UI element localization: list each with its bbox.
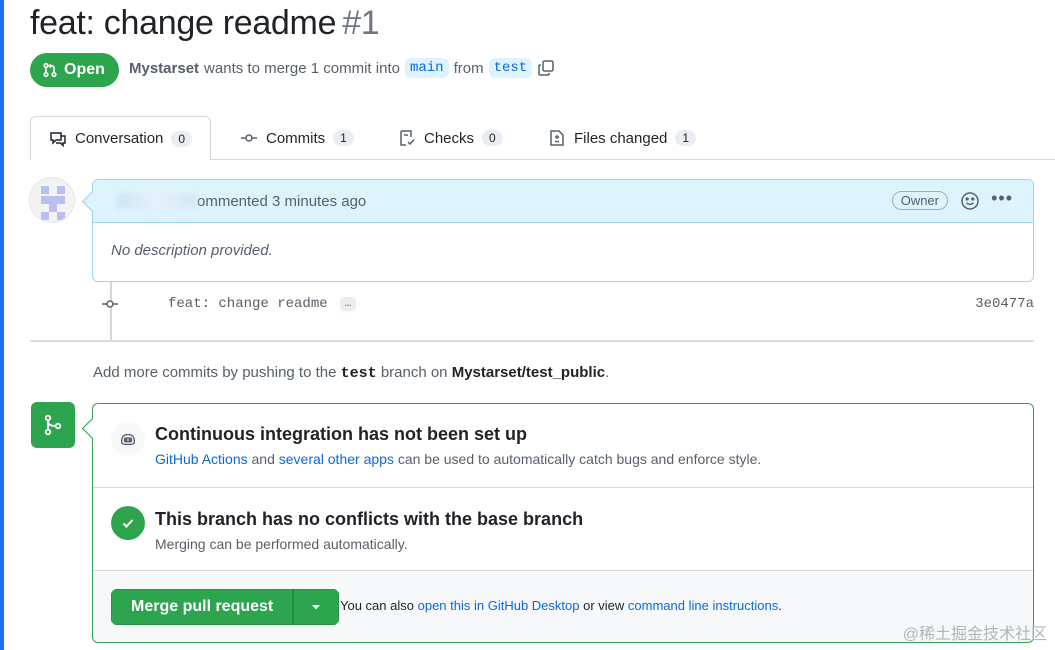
tab-files-changed[interactable]: Files changed 1 xyxy=(548,116,697,160)
tab-commits[interactable]: Commits 1 xyxy=(240,116,354,160)
tab-count: 0 xyxy=(171,130,193,147)
timeline-divider xyxy=(30,340,1034,342)
push-note-middle: branch on xyxy=(380,364,448,381)
checklist-icon xyxy=(400,130,415,146)
caret-down-icon xyxy=(312,605,321,610)
commit-icon xyxy=(241,134,257,142)
kebab-menu-icon[interactable]: ••• xyxy=(991,188,1013,209)
check-icon xyxy=(122,519,134,528)
ci-rest-text: can be used to automatically catch bugs … xyxy=(397,451,762,467)
merge-alt-suffix: . xyxy=(778,598,782,613)
tab-checks[interactable]: Checks 0 xyxy=(398,116,503,160)
pr-from-text: from xyxy=(453,59,484,77)
pr-state-label: Open xyxy=(64,61,105,78)
pr-author-link[interactable]: Mystarset xyxy=(129,60,199,77)
pr-merge-text: wants to merge 1 commit into xyxy=(204,59,400,77)
pr-tabs: Conversation 0 Commits 1 Checks 0 Files … xyxy=(30,116,1055,161)
commit-icon xyxy=(102,300,118,308)
pr-title: feat: change readme #1 xyxy=(30,4,380,43)
tab-count: 1 xyxy=(333,130,354,146)
ci-and-text: and xyxy=(251,451,275,467)
ci-title: Continuous integration has not been set … xyxy=(155,424,527,444)
commit-expand-button[interactable]: … xyxy=(339,297,357,311)
cli-instructions-link[interactable]: command line instructions xyxy=(628,598,778,613)
pr-meta: Mystarset wants to merge 1 commit into m… xyxy=(129,58,555,78)
redacted-username xyxy=(117,193,197,209)
comment-header-text: ommented 3 minutes ago xyxy=(197,192,367,210)
merge-action-section: Merge pull request You can also open thi… xyxy=(93,571,1033,642)
avatar[interactable] xyxy=(29,177,75,223)
conflicts-title: This branch has no conflicts with the ba… xyxy=(155,509,584,529)
pr-number: #1 xyxy=(342,4,380,42)
merge-pull-request-button[interactable]: Merge pull request xyxy=(111,589,294,625)
git-merge-icon xyxy=(44,414,62,436)
comment-header: ommented 3 minutes ago Owner ••• xyxy=(93,180,1033,223)
merge-options-dropdown[interactable] xyxy=(293,589,340,625)
push-note-branch: test xyxy=(340,365,377,382)
owner-badge: Owner xyxy=(891,191,948,210)
tab-label: Commits xyxy=(266,129,326,147)
pr-state-badge: Open xyxy=(30,53,119,87)
github-actions-link[interactable]: GitHub Actions xyxy=(155,451,248,467)
merge-status-icon xyxy=(31,402,75,448)
tab-count: 0 xyxy=(482,130,503,146)
ci-subtitle: GitHub Actions and several other apps ca… xyxy=(155,451,761,467)
merge-alternatives: You can also open this in GitHub Desktop… xyxy=(340,598,782,613)
check-icon-wrapper xyxy=(111,506,145,540)
smiley-icon[interactable] xyxy=(959,190,981,212)
open-desktop-link[interactable]: open this in GitHub Desktop xyxy=(418,598,580,613)
push-note-prefix: Add more commits by pushing to the xyxy=(93,364,337,381)
ci-section: Continuous integration has not been set … xyxy=(93,404,1033,488)
tab-label: Checks xyxy=(424,129,475,147)
pr-title-text: feat: change readme xyxy=(30,4,337,42)
merge-alt-mid: or view xyxy=(583,598,625,613)
head-branch-label[interactable]: test xyxy=(488,58,533,78)
file-diff-icon xyxy=(550,130,564,146)
push-note-suffix: . xyxy=(605,364,610,381)
conflicts-subtitle: Merging can be performed automatically. xyxy=(155,536,408,552)
site-watermark: @稀土掘金技术社区 xyxy=(902,626,1047,643)
tab-label: Conversation xyxy=(75,130,164,147)
copilot-icon xyxy=(121,433,135,446)
merge-alt-prefix: You can also xyxy=(340,598,414,613)
tab-conversation[interactable]: Conversation 0 xyxy=(30,116,212,161)
pr-comment: ommented 3 minutes ago Owner ••• No desc… xyxy=(92,179,1034,282)
tab-count: 1 xyxy=(675,130,697,146)
commit-row: feat: change readme … 3e0477a xyxy=(100,292,1034,316)
ci-icon-wrapper xyxy=(111,422,145,456)
push-note: Add more commits by pushing to the test … xyxy=(93,364,609,382)
base-branch-label[interactable]: main xyxy=(404,58,449,78)
left-accent-edge xyxy=(0,0,4,650)
other-apps-link[interactable]: several other apps xyxy=(279,451,394,467)
commit-sha[interactable]: 3e0477a xyxy=(975,296,1034,312)
merge-button-group: Merge pull request xyxy=(111,589,340,625)
merge-box: Continuous integration has not been set … xyxy=(92,403,1034,643)
tab-label: Files changed xyxy=(574,129,668,147)
pull-request-icon xyxy=(43,62,57,78)
comment-icon xyxy=(50,131,66,147)
conflicts-section: This branch has no conflicts with the ba… xyxy=(93,488,1033,571)
comment-body: No description provided. xyxy=(111,242,273,259)
push-note-repo[interactable]: Mystarset/test_public xyxy=(452,364,605,381)
commit-message[interactable]: feat: change readme xyxy=(168,296,328,312)
copy-icon[interactable] xyxy=(537,59,555,77)
